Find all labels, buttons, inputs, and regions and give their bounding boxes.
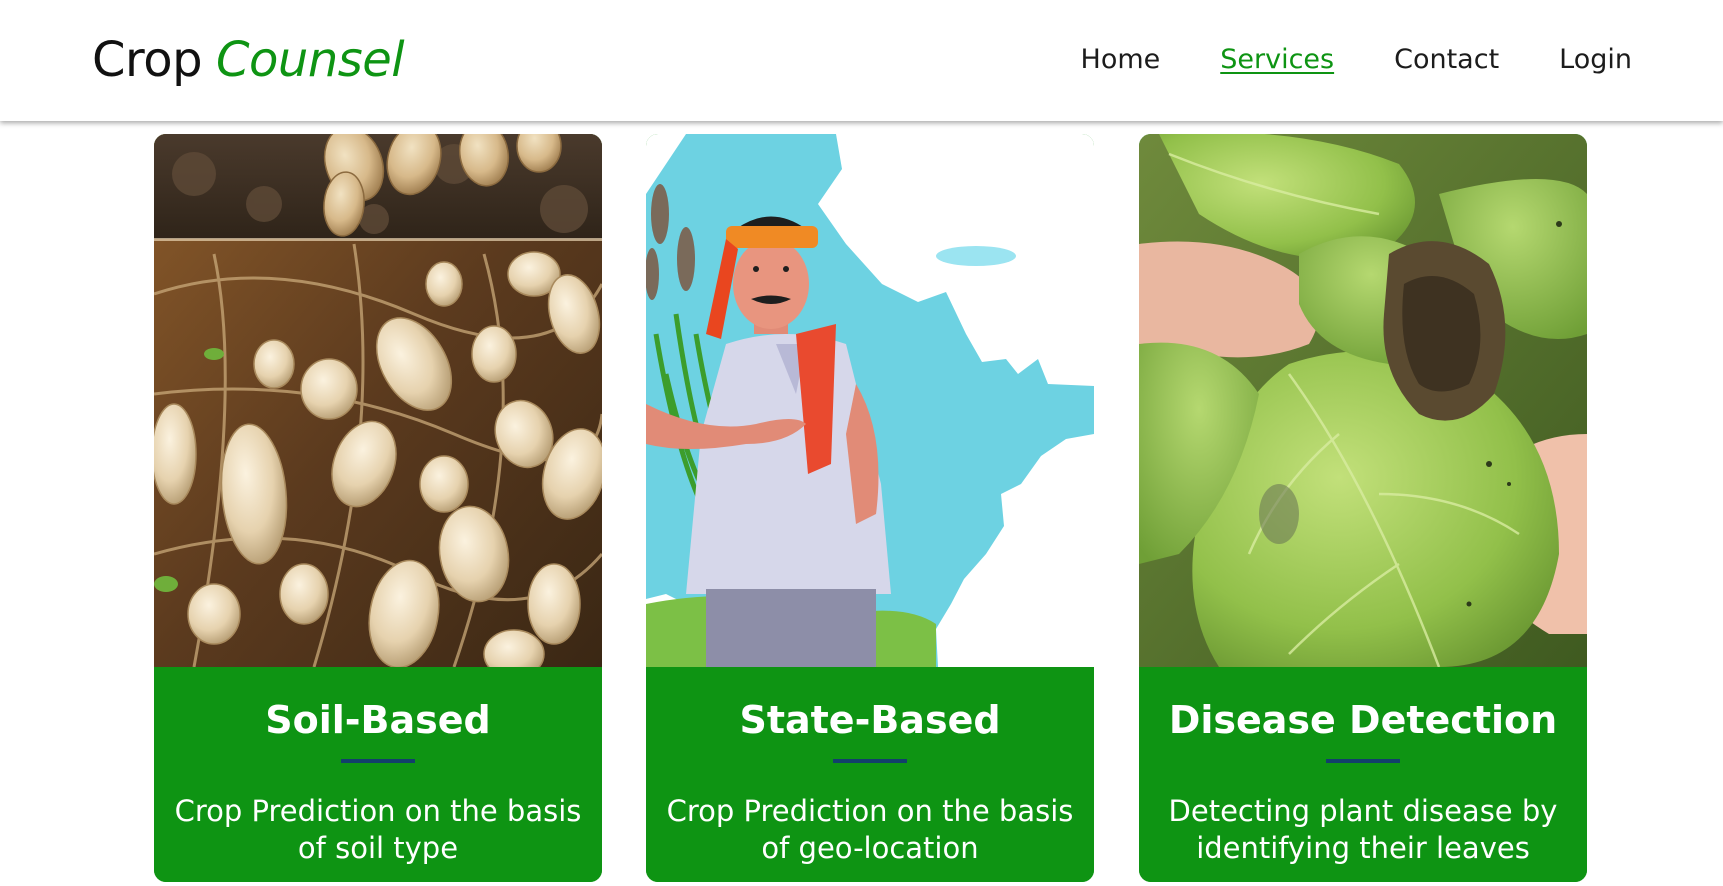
diseased-leaf-image bbox=[1139, 134, 1587, 667]
title-divider bbox=[833, 759, 907, 763]
brand-name-primary: Crop bbox=[92, 32, 203, 88]
nav-link-contact[interactable]: Contact bbox=[1394, 42, 1499, 78]
brand-logo[interactable]: Crop Counsel bbox=[92, 32, 405, 88]
service-card-state-based[interactable]: State-Based Crop Prediction on the basis… bbox=[646, 134, 1094, 882]
card-title: State-Based bbox=[739, 698, 1001, 742]
service-card-disease-detection[interactable]: Disease Detection Detecting plant diseas… bbox=[1139, 134, 1587, 882]
nav-link-services[interactable]: Services bbox=[1220, 42, 1334, 78]
main-nav: Home Services Contact Login bbox=[1081, 42, 1632, 78]
state-based-body: State-Based Crop Prediction on the basis… bbox=[646, 667, 1094, 882]
title-divider bbox=[341, 759, 415, 763]
navbar: Crop Counsel Home Services Contact Login bbox=[0, 0, 1723, 121]
disease-detection-body: Disease Detection Detecting plant diseas… bbox=[1139, 667, 1587, 882]
peanuts-image bbox=[154, 134, 602, 667]
state-based-image bbox=[646, 134, 1094, 667]
soil-based-image bbox=[154, 134, 602, 667]
title-divider bbox=[1326, 759, 1400, 763]
nav-link-login[interactable]: Login bbox=[1559, 42, 1632, 78]
card-title: Disease Detection bbox=[1168, 698, 1558, 742]
brand-name-accent: Counsel bbox=[216, 32, 405, 88]
nav-link-home[interactable]: Home bbox=[1081, 42, 1161, 78]
card-title: Soil-Based bbox=[265, 698, 491, 742]
card-description: Crop Prediction on the basis of soil typ… bbox=[174, 794, 582, 865]
disease-detection-image bbox=[1139, 134, 1587, 667]
card-description: Detecting plant disease by identifying t… bbox=[1168, 794, 1558, 865]
card-description: Crop Prediction on the basis of geo-loca… bbox=[666, 794, 1074, 865]
service-card-soil-based[interactable]: Soil-Based Crop Prediction on the basis … bbox=[154, 134, 602, 882]
farmer-map-illustration bbox=[646, 134, 1094, 667]
soil-based-body: Soil-Based Crop Prediction on the basis … bbox=[154, 667, 602, 882]
